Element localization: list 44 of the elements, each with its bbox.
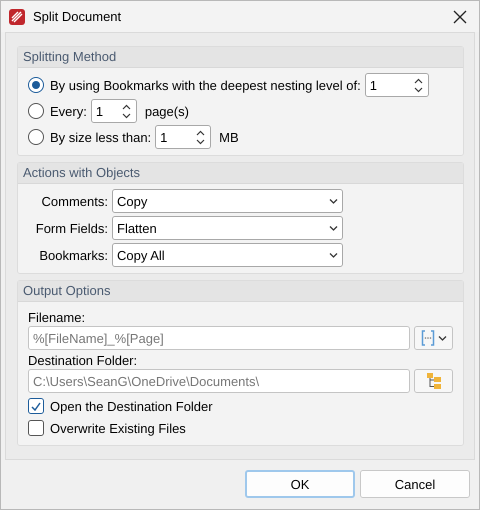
field-label: Comments: (40, 194, 108, 208)
field-label: Destination Folder: (28, 352, 138, 369)
chevron-down-icon (329, 198, 338, 204)
app-icon (9, 8, 25, 24)
radio-button[interactable] (28, 77, 44, 93)
cancel-button[interactable]: Cancel (360, 470, 470, 498)
unit-label: MB (219, 130, 239, 144)
dropdown[interactable]: Copy (112, 189, 343, 213)
option-label: Every: (50, 104, 87, 118)
ok-button[interactable]: OK (245, 470, 355, 498)
number-field[interactable]: 1 (90, 99, 137, 123)
field-label: Form Fields: (34, 220, 108, 236)
group-title: Output Options (18, 281, 463, 302)
checkbox[interactable] (28, 420, 44, 436)
chevron-down-icon (329, 252, 338, 258)
spin-arrows-icon (412, 76, 424, 94)
checkbox-label: Open the Destination Folder (50, 398, 213, 414)
text-field[interactable]: %[FileName]_%[Page] (28, 326, 410, 350)
number-field[interactable]: 1 (364, 73, 429, 97)
unit-label: page(s) (144, 104, 189, 118)
radio-button[interactable] (28, 129, 44, 145)
placeholder-icon (420, 329, 435, 347)
option-label: By size less than: (50, 130, 152, 144)
field-label: Bookmarks: (38, 248, 108, 262)
radio-button[interactable] (28, 103, 44, 119)
number-field[interactable]: 1 (155, 125, 212, 149)
field-label: Filename: (28, 309, 86, 326)
chevron-down-icon (438, 334, 447, 342)
group-title: Splitting Method (18, 47, 463, 68)
insert-macro-button[interactable] (414, 326, 453, 350)
folder-tree-icon (426, 372, 442, 390)
text-field[interactable]: C:\Users\SeanG\OneDrive\Documents\ (28, 369, 410, 393)
dropdown[interactable]: Copy All (112, 243, 343, 267)
checkbox[interactable] (28, 398, 44, 414)
check-icon (31, 402, 41, 410)
option-label: By using Bookmarks with the deepest nesting level of: (50, 78, 361, 92)
checkbox-label: Overwrite Existing Files (50, 420, 186, 436)
group-title: Actions with Objects (18, 163, 463, 184)
window-title: Split Document (33, 9, 122, 24)
spin-arrows-icon (120, 102, 132, 120)
dropdown[interactable]: Flatten (112, 216, 343, 240)
chevron-down-icon (329, 224, 338, 232)
spin-arrows-icon (195, 128, 206, 146)
close-icon[interactable] (453, 10, 467, 24)
